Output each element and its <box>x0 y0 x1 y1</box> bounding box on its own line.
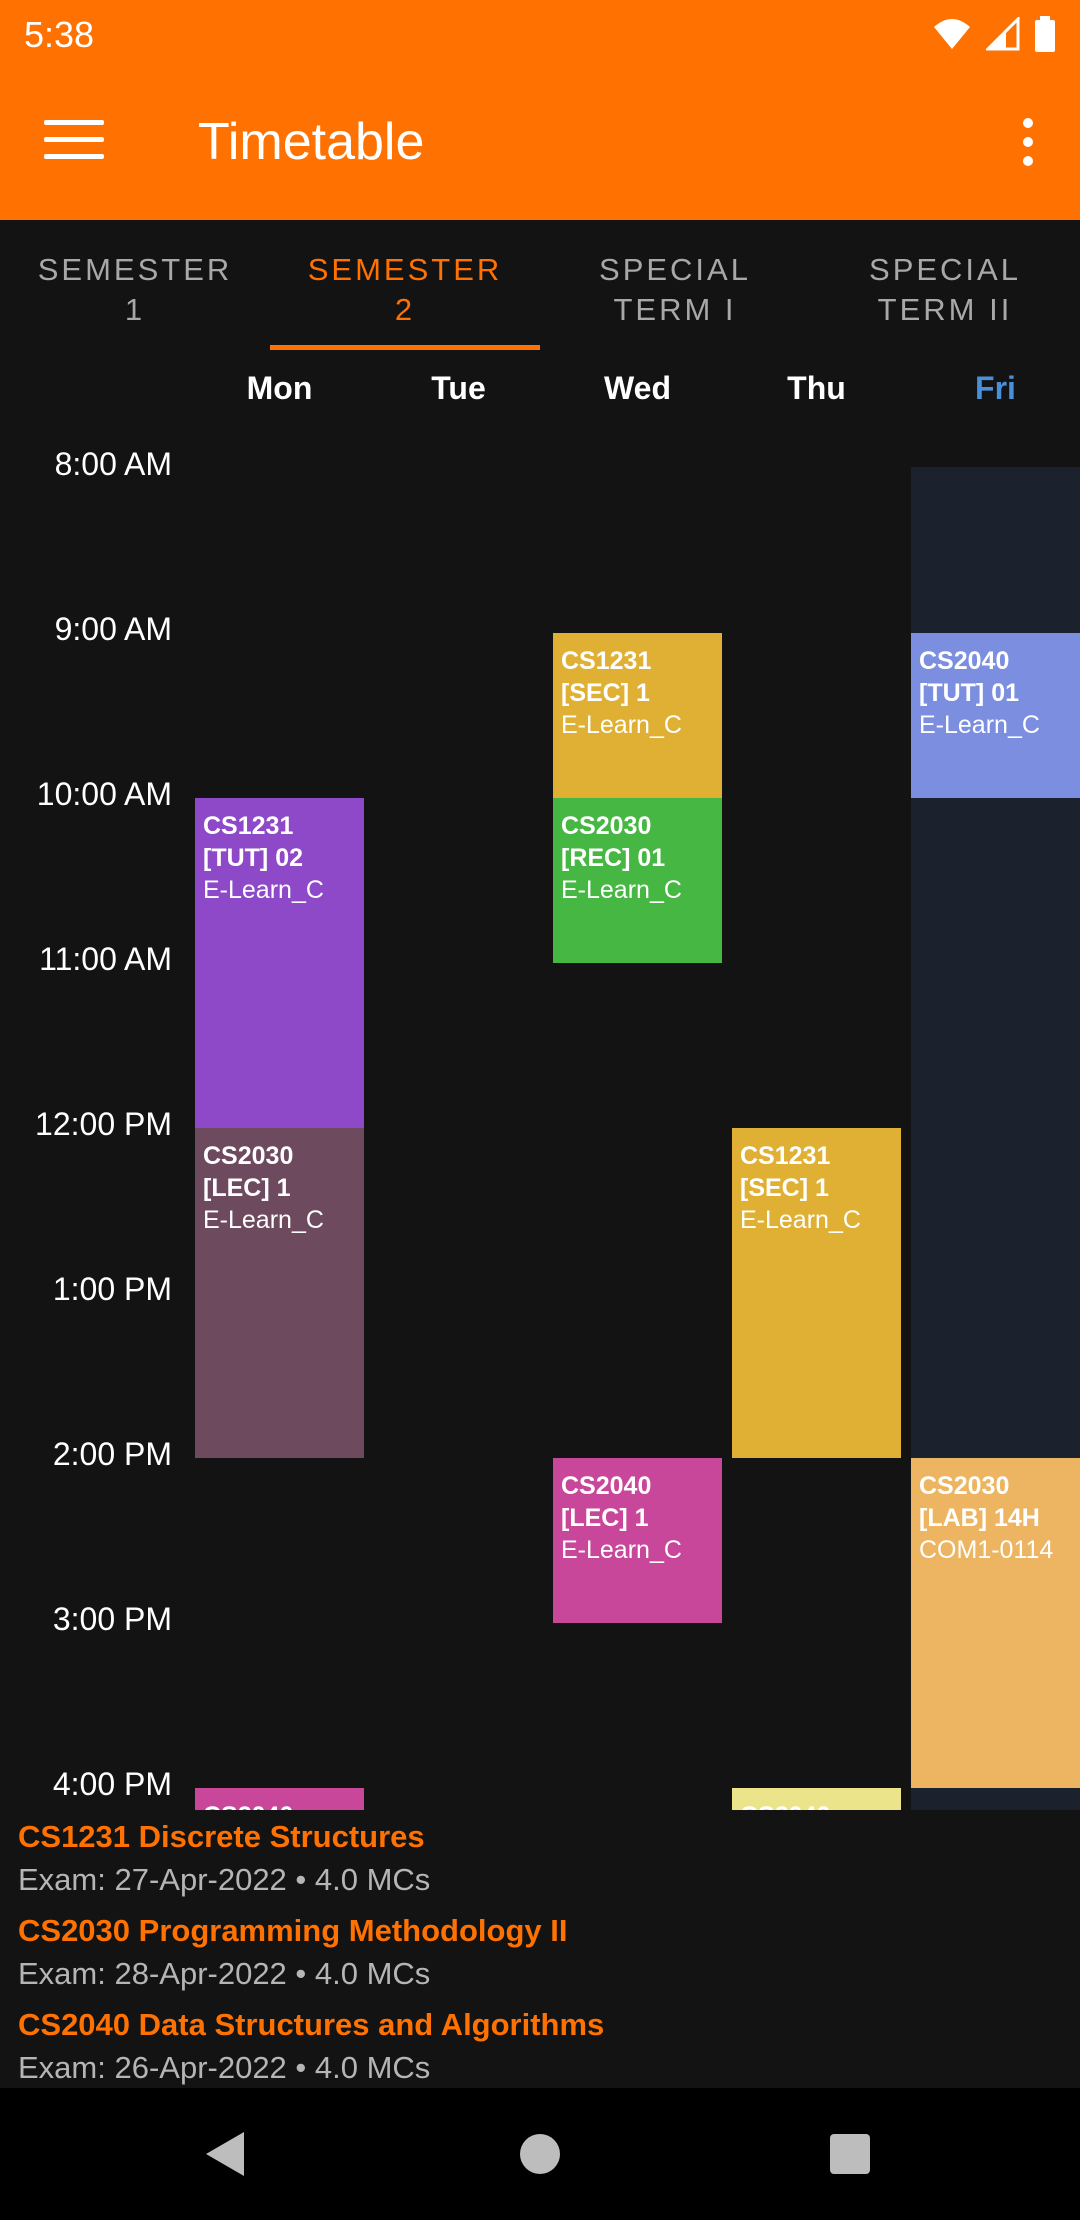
tab-label-line2: TERM II <box>877 292 1013 327</box>
hour-label: 3:00 PM <box>52 1601 172 1637</box>
exam-info: Exam: 26-Apr-2022 • 4.0 MCs <box>18 2050 431 2085</box>
tab-semester-2[interactable]: SEMESTER 2 <box>270 220 540 350</box>
class-code: CS2040 <box>203 1800 356 1810</box>
class-type: [LEC] 1 <box>561 1504 649 1532</box>
recents-icon[interactable] <box>830 2134 870 2174</box>
class-code: CS2030 <box>919 1472 1010 1500</box>
tab-label-line1: SPECIAL <box>869 252 1021 287</box>
class-type: [REC] 01 <box>561 844 666 872</box>
class-block[interactable]: CS1231 [TUT] 02 E-Learn_C <box>195 798 364 1128</box>
status-time: 5:38 <box>24 14 95 55</box>
day-tue: Tue <box>431 370 486 406</box>
tab-label-line2: TERM I <box>613 292 737 327</box>
timetable-grid[interactable]: 8:00 AM 9:00 AM 10:00 AM 11:00 AM 12:00 … <box>0 440 1080 1810</box>
class-location: E-Learn_C <box>203 1206 324 1234</box>
class-block[interactable]: CS1231 [SEC] 1 E-Learn_C <box>732 1128 901 1458</box>
hour-label: 8:00 AM <box>54 446 172 482</box>
status-bar: 5:38 <box>0 0 1080 66</box>
wifi-icon <box>934 19 970 49</box>
exam-item[interactable]: CS2030 Programming Methodology II Exam: … <box>18 1912 567 1993</box>
day-fri: Fri <box>975 370 1016 406</box>
class-code: CS2030 <box>561 812 652 840</box>
class-block[interactable]: CS2040 [LEC] 1 E-Learn_C <box>553 1458 722 1623</box>
class-code: CS2030 <box>203 1142 294 1170</box>
day-mon: Mon <box>246 370 313 406</box>
class-code: CS2040 <box>561 1472 652 1500</box>
class-type: [TUT] 02 <box>203 844 303 872</box>
class-location: E-Learn_C <box>740 1206 861 1234</box>
class-location: E-Learn_C <box>561 876 682 904</box>
tab-label-line1: SPECIAL <box>599 252 751 287</box>
exam-info: Exam: 27-Apr-2022 • 4.0 MCs <box>18 1862 431 1897</box>
exam-item[interactable]: CS2040 Data Structures and Algorithms Ex… <box>18 2006 604 2087</box>
hour-label: 12:00 PM <box>35 1106 172 1142</box>
home-icon[interactable] <box>520 2134 560 2174</box>
class-block[interactable]: CS2040 <box>195 1788 364 1810</box>
hour-label: 1:00 PM <box>52 1271 172 1307</box>
hour-label: 2:00 PM <box>52 1436 172 1472</box>
page-title: Timetable <box>198 113 425 171</box>
battery-icon <box>1035 16 1055 52</box>
exam-item[interactable]: CS1231 Discrete Structures Exam: 27-Apr-… <box>18 1818 430 1899</box>
module-name: CS2040 Data Structures and Algorithms <box>18 2007 605 2042</box>
class-block[interactable]: CS2030 [LEC] 1 E-Learn_C <box>195 1128 364 1458</box>
class-block[interactable]: CS2030 [REC] 01 E-Learn_C <box>553 798 722 963</box>
signal-icon <box>986 17 1020 51</box>
tab-label-line1: SEMESTER <box>37 252 233 287</box>
class-location: E-Learn_C <box>919 711 1040 739</box>
tab-label-line1: SEMESTER <box>307 252 503 287</box>
tab-special-term-1[interactable]: SPECIAL TERM I <box>540 220 810 350</box>
tab-label-line2: 2 <box>394 292 416 327</box>
hour-label: 9:00 AM <box>54 611 172 647</box>
class-block[interactable]: CS1231 [SEC] 1 E-Learn_C <box>553 633 722 798</box>
class-type: [TUT] 01 <box>919 679 1019 707</box>
class-block[interactable]: CS2040 <box>732 1788 901 1810</box>
class-location: E-Learn_C <box>203 876 324 904</box>
class-location: E-Learn_C <box>561 1536 682 1564</box>
more-options-icon[interactable] <box>1018 118 1038 168</box>
menu-icon[interactable] <box>44 120 104 164</box>
hour-label: 11:00 AM <box>39 941 172 977</box>
class-code: CS2040 <box>740 1800 893 1810</box>
tab-label-line2: 1 <box>124 292 146 327</box>
class-code: CS2040 <box>919 647 1010 675</box>
day-thu: Thu <box>787 370 846 406</box>
exam-info: Exam: 28-Apr-2022 • 4.0 MCs <box>18 1956 431 1991</box>
day-wed: Wed <box>604 370 671 406</box>
semester-tabs: SEMESTER 1 SEMESTER 2 SPECIAL TERM I SPECIA… <box>0 220 1080 350</box>
class-type: [LAB] 14H <box>919 1504 1040 1532</box>
class-type: [SEC] 1 <box>740 1174 829 1202</box>
class-location: E-Learn_C <box>561 711 682 739</box>
hour-label: 4:00 PM <box>52 1766 172 1802</box>
class-location: COM1-0114 <box>919 1536 1054 1564</box>
class-code: CS1231 <box>561 647 652 675</box>
class-code: CS1231 <box>203 812 294 840</box>
system-nav-bar <box>0 2088 1080 2220</box>
class-block[interactable]: CS2030 [LAB] 14H COM1-0114 <box>911 1458 1080 1788</box>
back-icon[interactable] <box>206 2132 244 2176</box>
class-code: CS1231 <box>740 1142 831 1170</box>
status-icons <box>932 14 1056 54</box>
tab-special-term-2[interactable]: SPECIAL TERM II <box>810 220 1080 350</box>
class-type: [SEC] 1 <box>561 679 650 707</box>
exam-list: CS1231 Discrete Structures Exam: 27-Apr-… <box>0 1810 1080 2090</box>
class-block[interactable]: CS2040 [TUT] 01 E-Learn_C <box>911 633 1080 798</box>
module-name: CS2030 Programming Methodology II <box>18 1913 568 1948</box>
hour-label: 10:00 AM <box>36 776 172 812</box>
class-type: [LEC] 1 <box>203 1174 291 1202</box>
tab-semester-1[interactable]: SEMESTER 1 <box>0 220 270 350</box>
day-header: Mon Tue Wed Thu Fri <box>0 370 1080 430</box>
app-bar: Timetable <box>0 66 1080 220</box>
module-name: CS1231 Discrete Structures <box>18 1819 425 1854</box>
